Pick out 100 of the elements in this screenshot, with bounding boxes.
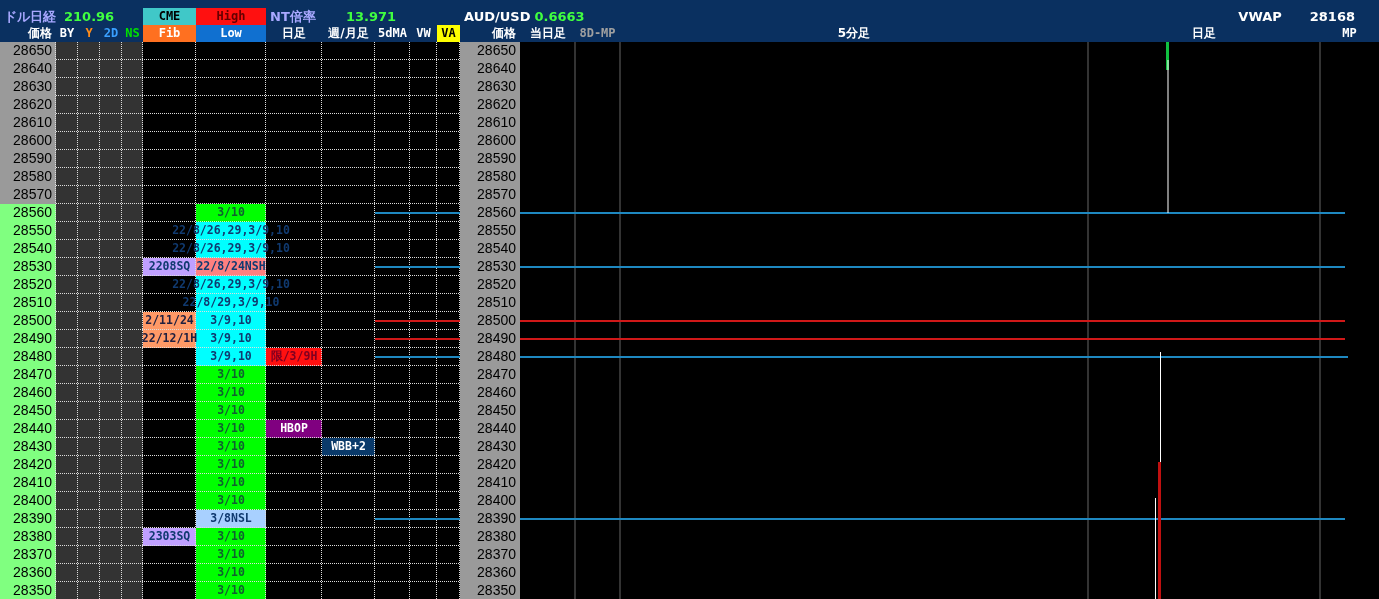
cell-text: 3/9,10 xyxy=(210,330,252,347)
cell-text: 22/8/24NSH xyxy=(196,258,266,275)
price-cell: 28390 xyxy=(0,510,56,528)
price-cell: 28440 xyxy=(460,420,520,438)
price-cell: 28590 xyxy=(0,150,56,168)
price-cell: 28500 xyxy=(460,312,520,330)
price-cell: 28540 xyxy=(0,240,56,258)
price-cell: 28510 xyxy=(0,294,56,312)
cell-text: 3/10 xyxy=(217,204,245,221)
cell-text: 3/10 xyxy=(217,474,245,491)
price-cell: 28530 xyxy=(460,258,520,276)
column-header: BY xyxy=(59,26,75,40)
price-cell: 28490 xyxy=(460,330,520,348)
price-cell: 28490 xyxy=(0,330,56,348)
price-cell: 28450 xyxy=(460,402,520,420)
price-cell: 28470 xyxy=(0,366,56,384)
column-header: Y xyxy=(85,26,93,40)
cell-text: 3/10 xyxy=(217,420,245,437)
cell-text: 3/10 xyxy=(217,564,245,581)
index-value: 210.96 xyxy=(64,9,115,24)
price-cell: 28410 xyxy=(460,474,520,492)
price-cell: 28430 xyxy=(0,438,56,456)
cell-text: 3/10 xyxy=(217,366,245,383)
price-cell: 28580 xyxy=(460,168,520,186)
price-cell: 28600 xyxy=(460,132,520,150)
price-cell: 28510 xyxy=(460,294,520,312)
price-cell: 28400 xyxy=(460,492,520,510)
price-cell: 28430 xyxy=(460,438,520,456)
price-cell: 28410 xyxy=(0,474,56,492)
cell-text: 3/10 xyxy=(217,582,245,599)
price-cell: 28460 xyxy=(460,384,520,402)
high-label: High xyxy=(196,8,266,25)
price-cell: 28380 xyxy=(460,528,520,546)
currency-label: AUD/USD xyxy=(464,8,531,25)
price-cell: 28560 xyxy=(460,204,520,222)
column-header: 日足 xyxy=(282,26,306,40)
cell-text: 3/10 xyxy=(217,492,245,509)
price-cell: 28500 xyxy=(0,312,56,330)
price-cell: 28640 xyxy=(0,60,56,78)
price-cell: 28520 xyxy=(460,276,520,294)
column-header: 5dMA xyxy=(378,26,407,40)
cell-text: HBOP xyxy=(280,420,308,437)
price-cell: 28630 xyxy=(460,78,520,96)
market-label: CME xyxy=(143,8,196,25)
price-cell: 28350 xyxy=(460,582,520,599)
column-header: 8D-MP xyxy=(578,25,617,42)
cell-text: 2303SQ xyxy=(148,528,191,545)
price-cell: 28380 xyxy=(0,528,56,546)
price-cell: 28460 xyxy=(0,384,56,402)
cell-text: 3/10 xyxy=(217,384,245,401)
price-cell: 28370 xyxy=(460,546,520,564)
column-header: VA xyxy=(441,26,456,40)
price-cell: 28620 xyxy=(460,96,520,114)
price-cell: 28480 xyxy=(460,348,520,366)
price-cell: 28530 xyxy=(0,258,56,276)
price-cell: 28540 xyxy=(460,240,520,258)
price-cell: 28440 xyxy=(0,420,56,438)
cell-text: 2208SQ xyxy=(148,258,191,275)
price-cell: 28390 xyxy=(460,510,520,528)
price-cell: 28560 xyxy=(0,204,56,222)
price-cell: 28640 xyxy=(460,60,520,78)
column-header: Fib xyxy=(158,26,181,40)
price-cell: 28590 xyxy=(460,150,520,168)
column-header: VW xyxy=(416,26,431,40)
column-header: Low xyxy=(220,26,242,40)
cell-text: 3/10 xyxy=(217,546,245,563)
price-cell: 28420 xyxy=(0,456,56,474)
cell-text: 3/9,10 xyxy=(210,312,252,329)
column-header: 当日足 xyxy=(528,25,567,42)
price-cell: 28470 xyxy=(460,366,520,384)
cell-text: 限/3/9H xyxy=(270,348,318,365)
currency-value: 0.6663 xyxy=(534,8,585,25)
cell-text: 3/8NSL xyxy=(210,510,252,527)
ratio-value: 13.971 xyxy=(346,9,397,24)
cell-text: 3/10 xyxy=(217,528,245,545)
price-cell: 28650 xyxy=(0,42,56,60)
price-cell: 28570 xyxy=(0,186,56,204)
cell-text: 3/10 xyxy=(217,402,245,419)
cell-text: WBB+2 xyxy=(331,438,366,455)
price-cell: 28580 xyxy=(0,168,56,186)
cell-text: 3/10 xyxy=(217,438,245,455)
price-cell: 28350 xyxy=(0,582,56,599)
column-header: 5分足 xyxy=(836,25,872,42)
price-cell: 28620 xyxy=(0,96,56,114)
price-cell: 28360 xyxy=(0,564,56,582)
column-header: MP xyxy=(1341,25,1358,42)
price-cell: 28610 xyxy=(0,114,56,132)
price-cell: 28650 xyxy=(460,42,520,60)
price-cell: 28610 xyxy=(460,114,520,132)
price-cell: 28570 xyxy=(460,186,520,204)
price-cell: 28420 xyxy=(460,456,520,474)
column-header: 日足 xyxy=(1191,25,1217,42)
column-header: 価格 xyxy=(28,26,52,40)
ratio-label: NT倍率 xyxy=(270,9,316,24)
price-cell: 28360 xyxy=(460,564,520,582)
column-header: 週/月足 xyxy=(328,26,369,40)
vwap-value: 28168 xyxy=(1309,8,1355,25)
price-cell: 28520 xyxy=(0,276,56,294)
price-cell: 28550 xyxy=(0,222,56,240)
vwap-label: VWAP xyxy=(1238,8,1282,25)
